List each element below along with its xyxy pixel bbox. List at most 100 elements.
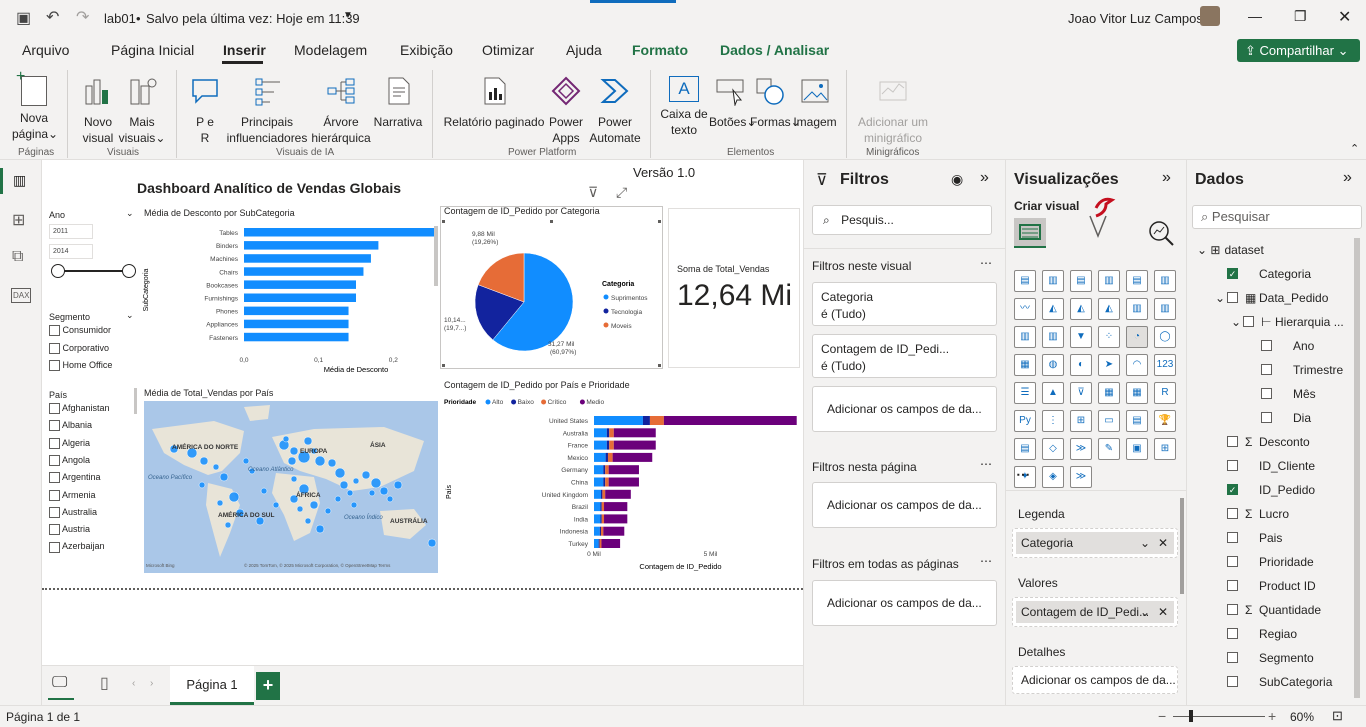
- avatar[interactable]: [1200, 6, 1220, 26]
- year-to-input[interactable]: 2014: [49, 244, 93, 259]
- novo-visual-button[interactable]: Novo visual: [80, 76, 116, 146]
- field-item[interactable]: Σ Quantidade: [1197, 598, 1355, 622]
- checkbox[interactable]: [1227, 532, 1238, 543]
- bar-segment[interactable]: [608, 477, 639, 487]
- chevron-down-icon[interactable]: ⌄: [1231, 310, 1241, 334]
- clustered-bar-icon[interactable]: ▤: [1070, 270, 1092, 292]
- sales-by-country-map[interactable]: AMÉRICA DO NORTE EUROPA ÁSIA Oceano Atlânti…: [144, 401, 438, 573]
- area-icon[interactable]: ◭: [1042, 298, 1064, 320]
- field-item[interactable]: Mês: [1197, 382, 1355, 406]
- bar-segment[interactable]: [594, 539, 599, 548]
- field-item[interactable]: Pais: [1197, 526, 1355, 550]
- stacked-column-icon[interactable]: ▥: [1042, 270, 1064, 292]
- visual-8-icon[interactable]: ≫: [1070, 466, 1092, 488]
- slicer-item[interactable]: Armenia: [49, 490, 96, 501]
- format-visual-icon[interactable]: [1080, 194, 1120, 246]
- narrative-icon[interactable]: ▤: [1126, 410, 1148, 432]
- fit-page-icon[interactable]: ⊡: [1332, 708, 1343, 724]
- checkbox[interactable]: [1227, 652, 1238, 663]
- add-page-button[interactable]: +: [256, 672, 280, 700]
- donut-icon[interactable]: ◯: [1154, 326, 1176, 348]
- slicer-item[interactable]: Australia: [49, 507, 97, 518]
- scrollbar[interactable]: [1180, 498, 1184, 594]
- field-item[interactable]: ✓ ID_Pedido: [1197, 478, 1355, 502]
- map-bubble[interactable]: [242, 457, 250, 465]
- checkbox[interactable]: [1227, 580, 1238, 591]
- map-bubble[interactable]: [324, 507, 332, 515]
- bar-segment[interactable]: [608, 465, 639, 475]
- field-item[interactable]: ⌄ ⊢ Hierarquia ...: [1197, 310, 1355, 334]
- bar[interactable]: [244, 319, 349, 329]
- redo-icon[interactable]: ↷: [76, 7, 89, 27]
- caixa-texto-button[interactable]: A Caixa de texto: [660, 76, 708, 138]
- botoes-button[interactable]: Botões⌄: [709, 76, 756, 130]
- more-options-icon[interactable]: ⋯: [980, 256, 992, 270]
- resize-handle[interactable]: [442, 364, 445, 367]
- bar[interactable]: [244, 306, 349, 316]
- bar-segment[interactable]: [607, 452, 613, 462]
- checkbox[interactable]: [1227, 556, 1238, 567]
- zoom-out-icon[interactable]: −: [1158, 708, 1166, 724]
- scrollbar[interactable]: [134, 388, 137, 414]
- bar-segment[interactable]: [609, 440, 614, 450]
- bar-segment[interactable]: [594, 477, 604, 487]
- more-options-icon[interactable]: ⋯: [980, 457, 992, 471]
- desktop-layout-icon[interactable]: 🖵: [52, 674, 67, 692]
- next-page-icon[interactable]: ›: [150, 678, 153, 689]
- model-view-icon[interactable]: ⧉: [12, 248, 23, 266]
- checkbox[interactable]: [1227, 676, 1238, 687]
- filter-icon[interactable]: ⊽: [588, 184, 598, 201]
- map-bubble[interactable]: [339, 480, 349, 490]
- resize-handle[interactable]: [442, 220, 445, 223]
- tab-ajuda[interactable]: Ajuda: [566, 42, 602, 58]
- map-bubble[interactable]: [282, 435, 290, 443]
- collapse-pane-icon[interactable]: »: [980, 169, 989, 187]
- 100-column-icon[interactable]: ▥: [1154, 270, 1176, 292]
- undo-icon[interactable]: ↶: [46, 7, 59, 27]
- prev-page-icon[interactable]: ‹: [132, 678, 135, 689]
- imagem-button[interactable]: Imagem: [792, 76, 838, 130]
- map-bubble[interactable]: [346, 489, 354, 497]
- add-fields-page-drop[interactable]: Adicionar os campos de da...: [812, 482, 997, 528]
- checkbox[interactable]: [1227, 460, 1238, 471]
- remove-icon[interactable]: ✕: [1158, 601, 1168, 623]
- checkbox[interactable]: [49, 541, 60, 553]
- trophy-icon[interactable]: 🏆: [1154, 410, 1176, 432]
- relatorio-paginado-button[interactable]: Relatório paginado: [440, 76, 548, 130]
- bar-segment[interactable]: [594, 465, 604, 475]
- bar-segment[interactable]: [642, 416, 650, 425]
- bar-segment[interactable]: [598, 539, 600, 548]
- checkbox[interactable]: [1227, 628, 1238, 639]
- bar-segment[interactable]: [600, 514, 602, 524]
- stacked-bar-icon[interactable]: ▤: [1014, 270, 1036, 292]
- paginated-icon[interactable]: ▤: [1014, 438, 1036, 460]
- 100-area-icon[interactable]: ◭: [1098, 298, 1120, 320]
- gauge-icon[interactable]: ◠: [1126, 354, 1148, 376]
- field-item[interactable]: Σ Lucro: [1197, 502, 1355, 526]
- clustered-column-icon[interactable]: ▥: [1098, 270, 1120, 292]
- power-apps-icon[interactable]: ◇: [1042, 438, 1064, 460]
- report-view-icon[interactable]: ▥: [13, 172, 26, 189]
- data-search-input[interactable]: ⌕ Pesquisar: [1192, 205, 1362, 229]
- checkbox[interactable]: [1261, 412, 1272, 423]
- visual-5-icon[interactable]: ⊞: [1154, 438, 1176, 460]
- resize-handle[interactable]: [658, 364, 661, 367]
- map-bubble[interactable]: [327, 458, 337, 468]
- zoom-slider[interactable]: [1173, 716, 1265, 717]
- checkbox[interactable]: ✓: [1227, 268, 1238, 279]
- bar-segment[interactable]: [600, 526, 604, 536]
- slider-handle-end[interactable]: [122, 264, 136, 278]
- bar[interactable]: [244, 241, 379, 250]
- bar-segment[interactable]: [594, 514, 601, 524]
- values-field-pill[interactable]: Contagem de ID_Pedi... ⌄ ✕: [1016, 601, 1174, 623]
- table-icon[interactable]: ▦: [1098, 382, 1120, 404]
- field-item[interactable]: ⌄ ▦ Data_Pedido: [1197, 286, 1355, 310]
- slicer-item[interactable]: Azerbaijan: [49, 541, 105, 553]
- key-influencers-icon[interactable]: ⋮: [1042, 410, 1064, 432]
- bar-segment[interactable]: [606, 428, 610, 438]
- close-icon[interactable]: ✕: [1338, 7, 1351, 27]
- bar-segment[interactable]: [601, 514, 605, 524]
- principais-influenciadores-button[interactable]: Principais influenciadores: [226, 76, 308, 146]
- focus-mode-icon[interactable]: ⤢: [616, 184, 627, 201]
- checkbox[interactable]: [49, 472, 60, 484]
